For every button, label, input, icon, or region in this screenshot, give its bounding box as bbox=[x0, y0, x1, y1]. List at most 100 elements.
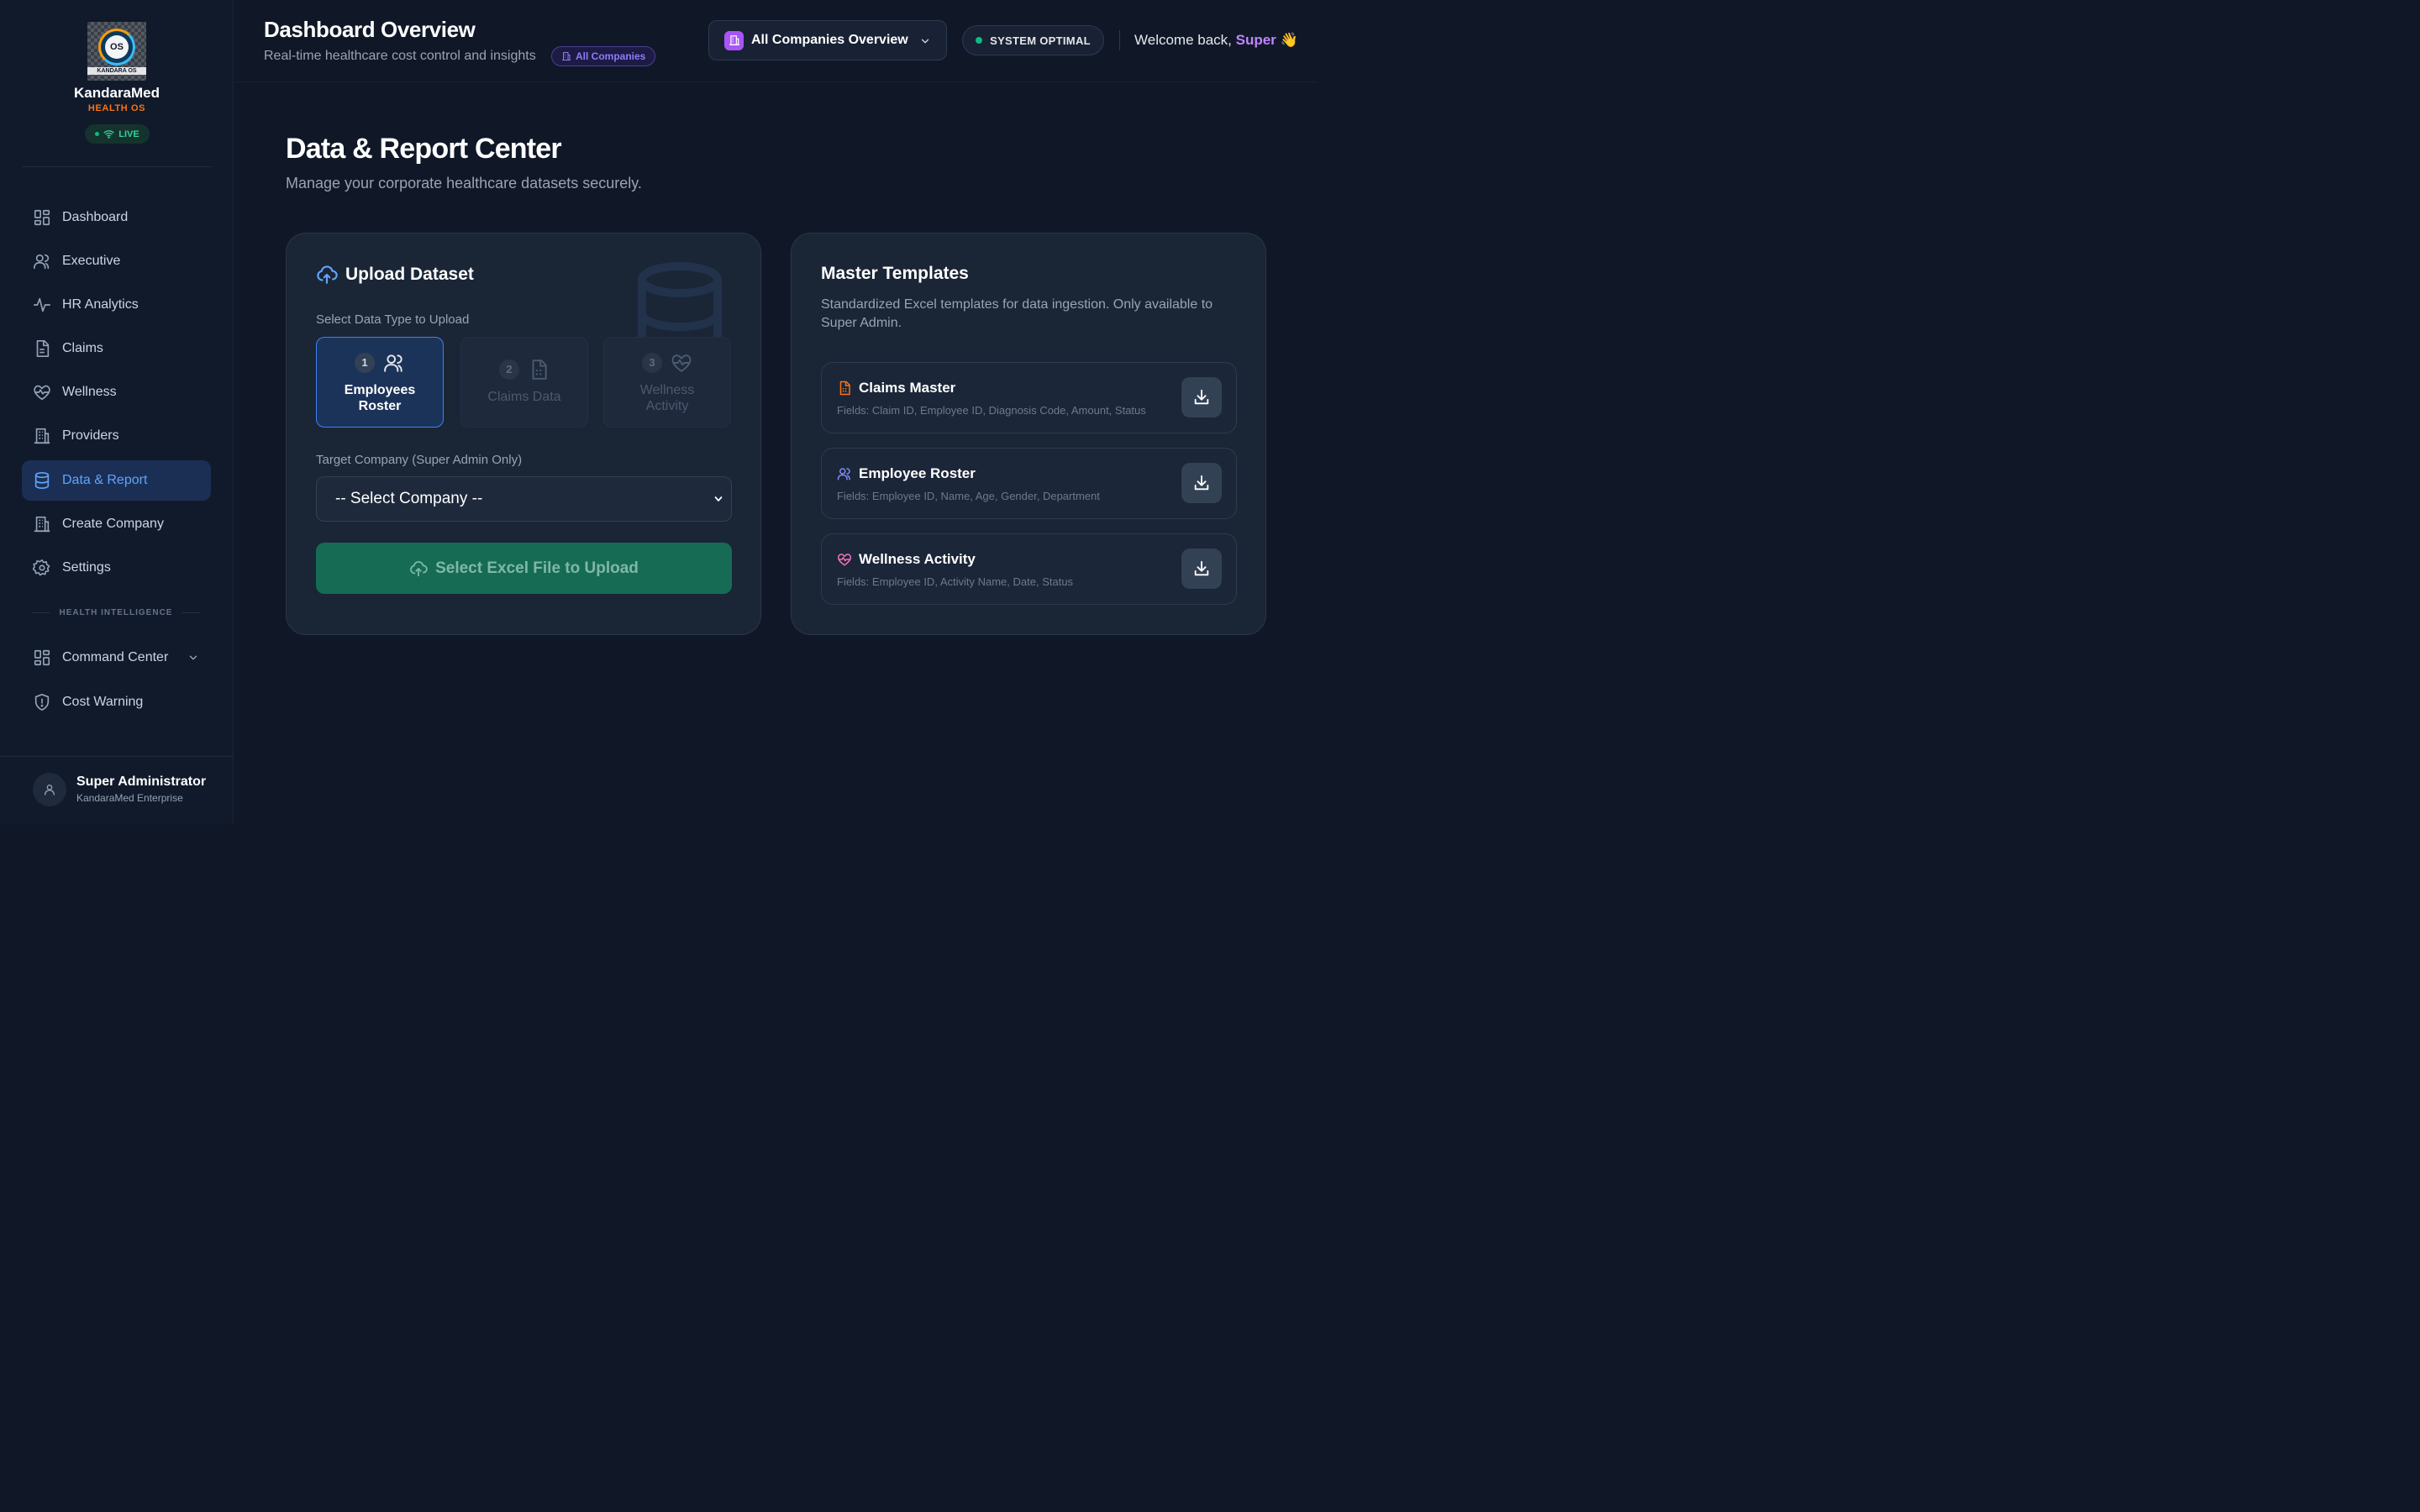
download-claims-master-button[interactable] bbox=[1181, 377, 1222, 417]
brand-name: KandaraMed bbox=[73, 85, 160, 101]
templates-card-title: Master Templates bbox=[821, 264, 969, 284]
sidebar-item-dashboard[interactable]: Dashboard bbox=[22, 197, 211, 238]
template-name: Claims Master bbox=[859, 380, 956, 396]
tile-label-line1: Employees bbox=[344, 383, 416, 397]
brand-logo[interactable]: OS KANDARA OS bbox=[87, 22, 146, 81]
sidebar-item-command-center[interactable]: Command Center bbox=[22, 638, 211, 678]
top-header: Dashboard Overview Real-time healthcare … bbox=[234, 0, 1318, 82]
tile-header: 1 bbox=[317, 352, 443, 374]
wave-emoji-icon: 👋 bbox=[1280, 32, 1298, 48]
tile-label: Employees Roster bbox=[317, 382, 443, 414]
tile-label-line1: Wellness bbox=[639, 383, 695, 397]
tile-header: 2 bbox=[461, 359, 587, 381]
tile-label-line2: Activity bbox=[645, 399, 689, 413]
company-scope-badge: All Companies bbox=[551, 46, 656, 66]
upload-card-title: Upload Dataset bbox=[316, 264, 474, 286]
section-subtitle: Manage your corporate healthcare dataset… bbox=[286, 175, 642, 192]
sidebar-item-providers[interactable]: Providers bbox=[22, 416, 211, 456]
avatar[interactable] bbox=[33, 773, 66, 806]
template-claims-master: Claims Master Fields: Claim ID, Employee… bbox=[821, 362, 1237, 433]
sidebar-item-claims[interactable]: Claims bbox=[22, 328, 211, 369]
wifi-icon bbox=[103, 130, 114, 139]
live-status-badge: LIVE bbox=[85, 124, 150, 144]
templates-title-text: Master Templates bbox=[821, 264, 969, 283]
sidebar-item-label: Create Company bbox=[62, 517, 164, 531]
template-header: Claims Master bbox=[837, 380, 955, 396]
download-icon bbox=[1194, 389, 1209, 405]
header-divider bbox=[1119, 30, 1120, 50]
sidebar-item-settings[interactable]: Settings bbox=[22, 548, 211, 588]
template-wellness-activity: Wellness Activity Fields: Employee ID, A… bbox=[821, 533, 1237, 605]
sidebar-item-label: Cost Warning bbox=[62, 695, 144, 709]
user-profile[interactable]: Super Administrator KandaraMed Enterpris… bbox=[0, 756, 234, 823]
data-type-wellness-activity[interactable]: 3 Wellness Activity bbox=[603, 337, 731, 428]
template-fields: Fields: Employee ID, Activity Name, Date… bbox=[837, 575, 1074, 588]
download-wellness-activity-button[interactable] bbox=[1181, 549, 1222, 589]
page-title: Dashboard Overview bbox=[264, 17, 476, 42]
logo-text: OS bbox=[105, 35, 129, 59]
data-type-employees-roster[interactable]: 1 Employees Roster bbox=[316, 337, 444, 428]
database-icon bbox=[34, 472, 50, 489]
building-icon bbox=[562, 52, 571, 60]
document-icon bbox=[36, 340, 50, 357]
target-company-value: -- Select Company -- bbox=[335, 490, 483, 507]
logo-ring: OS bbox=[98, 29, 135, 66]
template-header: Employee Roster bbox=[837, 465, 976, 482]
template-fields: Fields: Claim ID, Employee ID, Diagnosis… bbox=[837, 404, 1146, 417]
chevron-down-icon bbox=[714, 496, 723, 501]
target-company-select[interactable]: -- Select Company -- bbox=[316, 476, 732, 522]
user-icon bbox=[45, 785, 55, 795]
tile-number: 2 bbox=[499, 360, 519, 380]
chevron-down-icon[interactable] bbox=[187, 652, 199, 664]
dashboard-grid-icon bbox=[34, 649, 50, 666]
section-label-text: HEALTH INTELLIGENCE bbox=[59, 607, 173, 617]
cloud-upload-icon bbox=[410, 560, 428, 576]
company-selector[interactable]: All Companies Overview bbox=[708, 20, 947, 60]
sidebar-item-hr-analytics[interactable]: HR Analytics bbox=[22, 285, 211, 325]
sidebar-item-cost-warning[interactable]: Cost Warning bbox=[22, 682, 211, 722]
template-employee-roster: Employee Roster Fields: Employee ID, Nam… bbox=[821, 448, 1237, 519]
tile-header: 3 bbox=[604, 352, 730, 374]
section-line bbox=[32, 612, 50, 613]
status-dot bbox=[976, 37, 983, 44]
sidebar-item-executive[interactable]: Executive bbox=[22, 241, 211, 281]
sidebar-item-wellness[interactable]: Wellness bbox=[22, 372, 211, 412]
sidebar-divider bbox=[22, 166, 212, 167]
template-name: Employee Roster bbox=[859, 465, 976, 481]
welcome-prefix: Welcome back, bbox=[1134, 32, 1236, 48]
download-icon bbox=[1194, 560, 1209, 576]
template-name: Wellness Activity bbox=[859, 551, 976, 567]
gear-icon bbox=[33, 559, 50, 576]
sidebar-item-create-company[interactable]: Create Company bbox=[22, 504, 211, 544]
sidebar-item-label: Command Center bbox=[62, 650, 169, 664]
select-excel-upload-button[interactable]: Select Excel File to Upload bbox=[316, 543, 732, 594]
section-title: Data & Report Center bbox=[286, 133, 562, 165]
data-type-claims-data[interactable]: 2 Claims Data bbox=[460, 337, 588, 428]
download-employee-roster-button[interactable] bbox=[1181, 463, 1222, 503]
building-icon bbox=[34, 428, 50, 444]
company-badge-label: All Companies bbox=[576, 50, 646, 62]
system-status-label: SYSTEM OPTIMAL bbox=[990, 34, 1091, 47]
sidebar-item-label: Wellness bbox=[62, 385, 117, 399]
company-selector-label: All Companies Overview bbox=[751, 33, 908, 47]
document-icon bbox=[839, 381, 850, 396]
target-company-label: Target Company (Super Admin Only) bbox=[316, 453, 523, 467]
sidebar-item-data-report[interactable]: Data & Report bbox=[22, 460, 211, 501]
building-icon bbox=[724, 30, 744, 50]
template-fields: Fields: Employee ID, Name, Age, Gender, … bbox=[837, 490, 1100, 502]
user-org: KandaraMed Enterprise bbox=[76, 792, 183, 804]
sidebar-item-label: Dashboard bbox=[62, 210, 129, 224]
shield-alert-icon bbox=[34, 694, 50, 711]
live-dot bbox=[95, 132, 100, 136]
users-icon bbox=[34, 254, 50, 270]
tile-label: Claims Data bbox=[487, 390, 561, 404]
upload-button-label: Select Excel File to Upload bbox=[435, 559, 639, 577]
users-icon bbox=[384, 354, 402, 372]
users-icon bbox=[837, 468, 850, 480]
data-type-label: Select Data Type to Upload bbox=[316, 312, 470, 327]
templates-description: Standardized Excel templates for data in… bbox=[821, 297, 1213, 330]
building-icon bbox=[34, 516, 50, 533]
cloud-upload-icon bbox=[317, 265, 338, 284]
sidebar-item-label: Executive bbox=[62, 254, 121, 268]
document-icon bbox=[532, 360, 547, 380]
